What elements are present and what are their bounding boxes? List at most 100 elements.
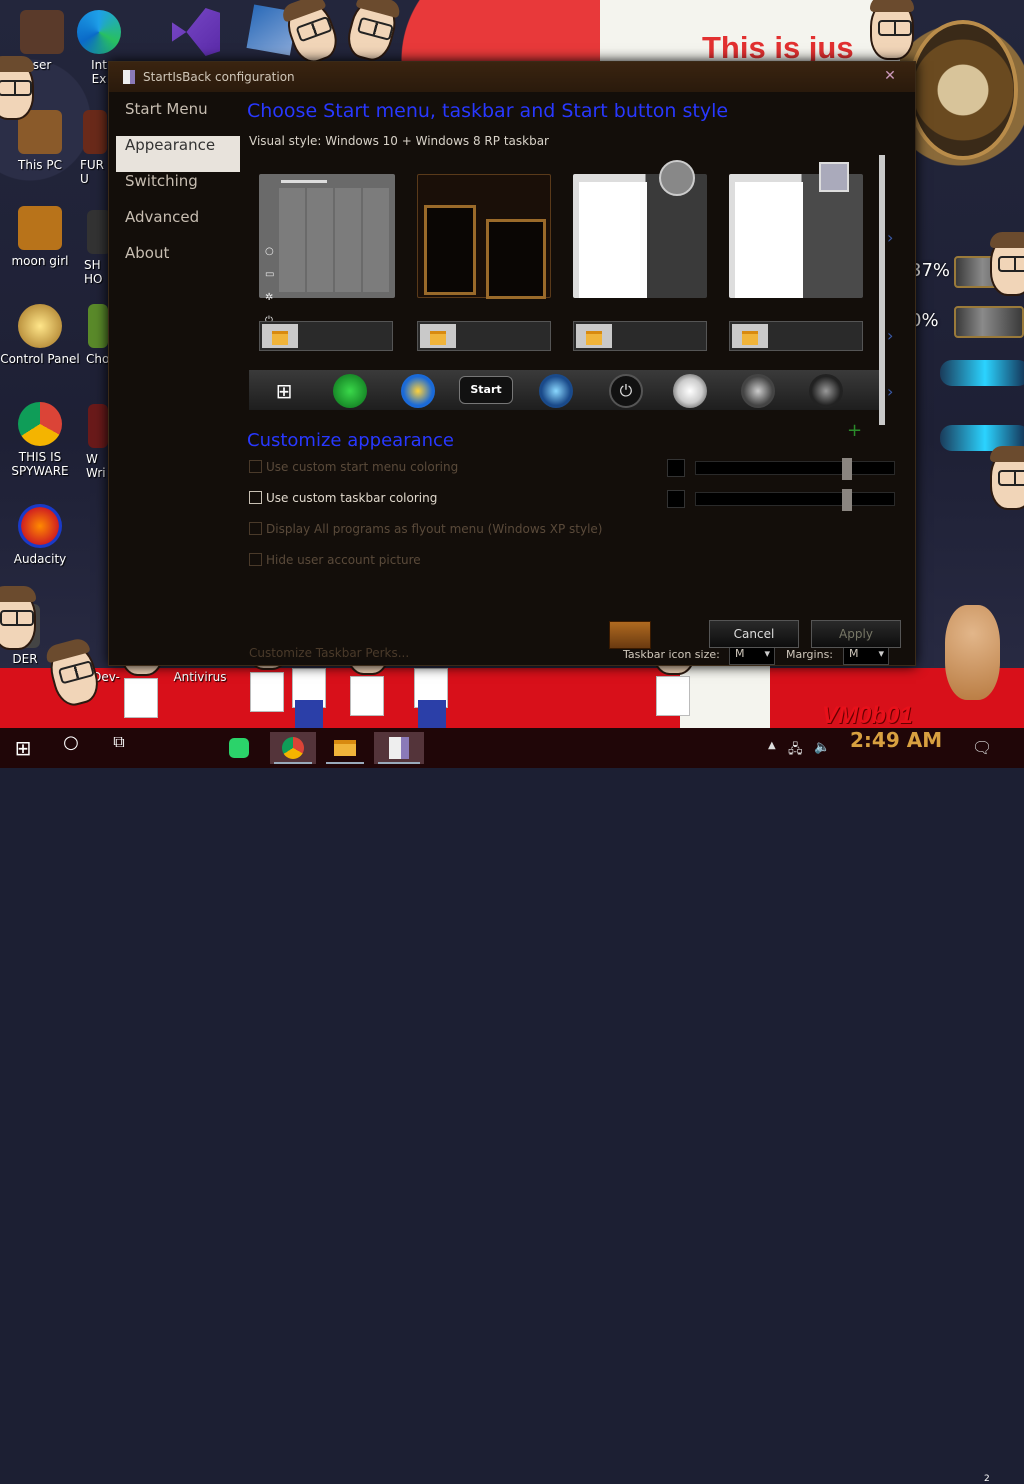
checkbox[interactable] (249, 522, 262, 535)
apply-button[interactable]: Apply (811, 620, 901, 648)
clock[interactable]: 2:49 AM (850, 728, 942, 768)
start-orb-label: Start (470, 383, 502, 396)
taskbar-app-chat[interactable] (216, 732, 262, 764)
icon-label: moon girl (11, 254, 69, 268)
desktop-icon-cho[interactable]: Cho (86, 304, 110, 366)
network-icon[interactable]: 🖧 (788, 740, 803, 762)
blue-orb[interactable] (539, 374, 573, 408)
style-thumb-windows7[interactable] (573, 160, 707, 298)
start-menu-color-swatch[interactable] (667, 459, 685, 477)
checkbox[interactable] (249, 491, 262, 504)
windows10-orb[interactable]: ⊞ (267, 374, 301, 408)
tray-overflow-chevron[interactable]: ▲ (768, 740, 776, 751)
next-arrow-icon[interactable]: › (887, 326, 893, 345)
option-custom-taskbar-coloring[interactable]: Use custom taskbar coloring (249, 491, 437, 511)
nav-item-advanced[interactable]: Advanced (116, 208, 240, 244)
option-flyout-all-programs[interactable]: Display All programs as flyout menu (Win… (249, 522, 602, 542)
margins-label: Margins: (786, 648, 834, 661)
start-button-strip: ⊞ Start ⏻ (249, 370, 881, 410)
close-button[interactable]: ✕ (875, 68, 905, 86)
menu-preview (579, 182, 647, 298)
volume-muted-icon[interactable]: 🔈 (814, 740, 830, 755)
desktop-icon-antivirus[interactable]: Antivirus (160, 670, 240, 684)
visual-studio-icon[interactable] (172, 8, 220, 56)
option-hide-user-picture[interactable]: Hide user account picture (249, 553, 421, 573)
startisback-icon (389, 737, 409, 759)
nav-item-switching[interactable]: Switching (116, 172, 240, 208)
tiles-preview (279, 188, 391, 292)
cartoon-face (990, 446, 1024, 510)
icon-label: THIS IS SPYWARE (11, 450, 69, 478)
search-circle-icon: ○ (63, 732, 79, 753)
white-orb[interactable] (673, 374, 707, 408)
checkbox[interactable] (249, 553, 262, 566)
hamster-image (945, 605, 1000, 700)
chat-app-icon (229, 738, 249, 758)
desktop-icon-audacity[interactable]: Audacity (0, 504, 80, 566)
xp-start-orb[interactable]: Start (459, 376, 513, 404)
desktop-icon-w[interactable]: W Wri (86, 404, 110, 480)
preview-line (281, 180, 327, 183)
taskbar-preview-2[interactable] (417, 321, 551, 351)
sidebar-nav: Start Menu Appearance Switching Advanced… (116, 100, 240, 280)
taskbar-preview-3[interactable] (573, 321, 707, 351)
slider-thumb[interactable] (842, 458, 852, 480)
icon-label: W Wri (86, 452, 106, 480)
nav-item-about[interactable]: About (116, 244, 240, 280)
taskbar: ⊞ ○ ⧉ ▲ 🖧 🔈 2:49 AM 🗨 2 (0, 728, 1024, 1484)
title-bar[interactable]: StartIsBack configuration (109, 62, 917, 92)
icon-label: This PC (18, 158, 62, 172)
folder-icon (732, 324, 768, 348)
notifications-icon[interactable]: 🗨 (972, 738, 992, 757)
taskbar-app-explorer[interactable] (322, 732, 368, 764)
power-orb[interactable]: ⏻ (609, 374, 643, 408)
start-menu-opacity-slider[interactable] (695, 458, 895, 480)
desktop-icon-moon-girl[interactable]: moon girl (0, 206, 80, 268)
desktop-icon-fur[interactable]: FUR U (80, 110, 110, 186)
taskbar-preview-4[interactable] (729, 321, 863, 351)
dark-orb[interactable] (809, 374, 843, 408)
ok-button[interactable] (609, 621, 651, 649)
app-icon (123, 70, 135, 84)
next-arrow-icon[interactable]: › (887, 382, 893, 401)
windows-icon: ⊞ (14, 736, 32, 760)
slider-thumb[interactable] (842, 489, 852, 511)
style-heading: Choose Start menu, taskbar and Start but… (247, 100, 729, 122)
taskbar-app-chrome[interactable] (270, 732, 316, 764)
checkbox[interactable] (249, 460, 262, 473)
style-thumb-vista[interactable] (729, 162, 863, 298)
icon-label: Antivirus (173, 670, 227, 684)
search-button[interactable]: ○ (48, 732, 94, 764)
taskbar-color-swatch[interactable] (667, 490, 685, 508)
grey-orb[interactable] (741, 374, 775, 408)
customize-heading: Customize appearance (247, 430, 454, 451)
steampunk-preview-right (486, 219, 546, 299)
next-arrow-icon[interactable]: › (887, 228, 893, 247)
option-custom-start-menu-coloring[interactable]: Use custom start menu coloring (249, 460, 458, 480)
user-avatar-icon (659, 160, 695, 196)
taskbar-opacity-slider[interactable] (695, 489, 895, 511)
start-button[interactable]: ⊞ (0, 732, 46, 764)
clover-orb[interactable] (333, 374, 367, 408)
wallpaper-paper-2 (680, 660, 770, 728)
style-thumb-windows10[interactable]: ○▭✲⏻ (259, 174, 395, 326)
desktop-icon-chrome-spyware[interactable]: THIS IS SPYWARE (0, 402, 80, 478)
folder-icon (334, 740, 356, 756)
icon-label: FUR U (80, 158, 105, 186)
nav-item-appearance[interactable]: Appearance (116, 136, 240, 172)
customize-taskbar-perks-link[interactable]: Customize Taskbar Perks... (249, 646, 409, 660)
taskbar-preview-1[interactable] (259, 321, 393, 351)
option-label: Use custom start menu coloring (266, 460, 459, 474)
add-icon[interactable]: + (847, 420, 862, 441)
tube-1 (940, 360, 1024, 386)
chrome-icon (282, 737, 304, 759)
cancel-button[interactable]: Cancel (709, 620, 799, 648)
task-view-button[interactable]: ⧉ (96, 732, 142, 764)
preview-side-icons: ○▭✲⏻ (265, 246, 275, 326)
vertical-scrollbar[interactable] (879, 155, 885, 425)
taskbar-app-startisback[interactable] (374, 732, 424, 764)
nav-item-start-menu[interactable]: Start Menu (116, 100, 240, 136)
windows7-orb[interactable] (401, 374, 435, 408)
style-thumb-steampunk[interactable] (417, 174, 551, 299)
desktop-icon-control-panel[interactable]: Control Panel (0, 304, 80, 366)
